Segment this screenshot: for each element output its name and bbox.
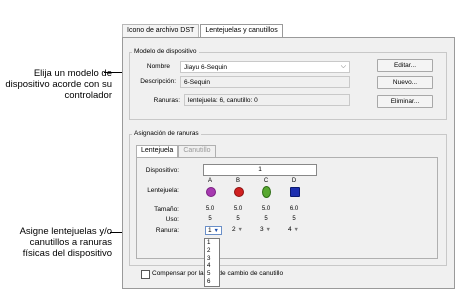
- sequin-a-icon: [206, 187, 216, 197]
- compensate-label-part2: a de cambio de canutillo: [213, 270, 284, 277]
- uses-c: 5: [264, 216, 268, 222]
- description-field: 6-Sequin: [180, 76, 350, 88]
- slot-dropdown-list: 1 2 3 4 5 6: [204, 238, 220, 287]
- tab-dst-icon[interactable]: Icono de archivo DST: [122, 24, 200, 38]
- edit-button[interactable]: Editar...: [377, 59, 433, 72]
- device-model-group: Modelo de dispositivo Nombre Jiayu 6-Seq…: [129, 48, 447, 120]
- sequin-label: Lentejuela:: [147, 187, 179, 194]
- description-label: Descripción:: [140, 78, 176, 85]
- device-number-cell: 1: [203, 164, 317, 176]
- name-label: Nombre: [146, 63, 170, 70]
- new-button[interactable]: Nuevo...: [377, 76, 433, 89]
- slot-c-value: 3: [260, 226, 264, 233]
- slot-grid: Dispositivo: 1 Lentejuela: Tamaño: Uso: …: [136, 157, 438, 259]
- size-b: 5.0: [233, 206, 243, 212]
- slots-field: lentejuela: 6, canutillo: 0: [184, 94, 350, 106]
- sequin-b-icon: [234, 187, 244, 197]
- slot-select-a[interactable]: 1 ▼: [205, 226, 222, 235]
- column-letter-d: D: [291, 178, 297, 184]
- uses-label: Uso:: [165, 216, 179, 223]
- chevron-down-icon: ▼: [265, 227, 271, 233]
- slot-assignment-title: Asignación de ranuras: [132, 130, 201, 137]
- chevron-down-icon: ▼: [237, 227, 243, 233]
- chevron-down-icon: ⌵: [340, 63, 346, 70]
- column-letter-c: C: [263, 178, 269, 184]
- callout-choose-model: Elija un modelo de dispositivo acorde co…: [5, 68, 112, 101]
- dialog-tabs: Icono de archivo DST Lentejuelas y canut…: [122, 24, 284, 39]
- slot-b-value: 2: [232, 226, 236, 233]
- uses-b: 5: [236, 216, 240, 222]
- column-letter-b: B: [235, 178, 240, 184]
- uses-d: 5: [292, 216, 296, 222]
- slot-select-c[interactable]: 3 ▼: [260, 226, 271, 233]
- column-letter-a: A: [207, 178, 212, 184]
- dropdown-option-6[interactable]: 6: [205, 278, 219, 286]
- sequin-d-icon: [290, 187, 300, 197]
- slot-a-value: 1: [208, 227, 212, 234]
- dropdown-option-1[interactable]: 1: [205, 239, 219, 247]
- slots-label: Ranuras:: [153, 97, 180, 104]
- slot-select-b[interactable]: 2 ▼: [232, 226, 243, 233]
- sequin-c-icon: [262, 186, 271, 198]
- properties-dialog: Icono de archivo DST Lentejuelas y canut…: [122, 24, 455, 289]
- slot-d-value: 4: [288, 226, 292, 233]
- dropdown-option-5[interactable]: 5: [205, 270, 219, 278]
- dropdown-option-2[interactable]: 2: [205, 247, 219, 255]
- dropdown-option-3[interactable]: 3: [205, 255, 219, 263]
- tab-panel: Modelo de dispositivo Nombre Jiayu 6-Seq…: [122, 37, 455, 289]
- size-a: 5.0: [205, 206, 215, 212]
- size-c: 5.0: [261, 206, 271, 212]
- device-name-select[interactable]: Jiayu 6-Sequin ⌵: [180, 61, 350, 73]
- device-number: 1: [258, 166, 262, 173]
- compensate-label-part1: Compensar por la: [152, 270, 204, 277]
- slot-select-d[interactable]: 4 ▼: [288, 226, 299, 233]
- slot-assignment-group: Asignación de ranuras Lentejuela Canutil…: [129, 130, 447, 266]
- compensate-checkbox[interactable]: [141, 270, 150, 279]
- device-model-title: Modelo de dispositivo: [132, 48, 199, 55]
- dropdown-option-4[interactable]: 4: [205, 262, 219, 270]
- chevron-down-icon: ▼: [213, 228, 219, 234]
- size-d: 6.0: [289, 206, 299, 212]
- slot-label: Ranura:: [155, 227, 179, 234]
- delete-button[interactable]: Eliminar...: [377, 95, 433, 108]
- chevron-down-icon: ▼: [293, 227, 299, 233]
- uses-a: 5: [208, 216, 212, 222]
- callout-assign-slots: Asigne lentejuelas y/o canutillos a ranu…: [19, 226, 112, 259]
- device-label: Dispositivo:: [145, 167, 179, 174]
- device-name-value: Jiayu 6-Sequin: [184, 64, 227, 71]
- size-label: Tamaño:: [154, 206, 179, 213]
